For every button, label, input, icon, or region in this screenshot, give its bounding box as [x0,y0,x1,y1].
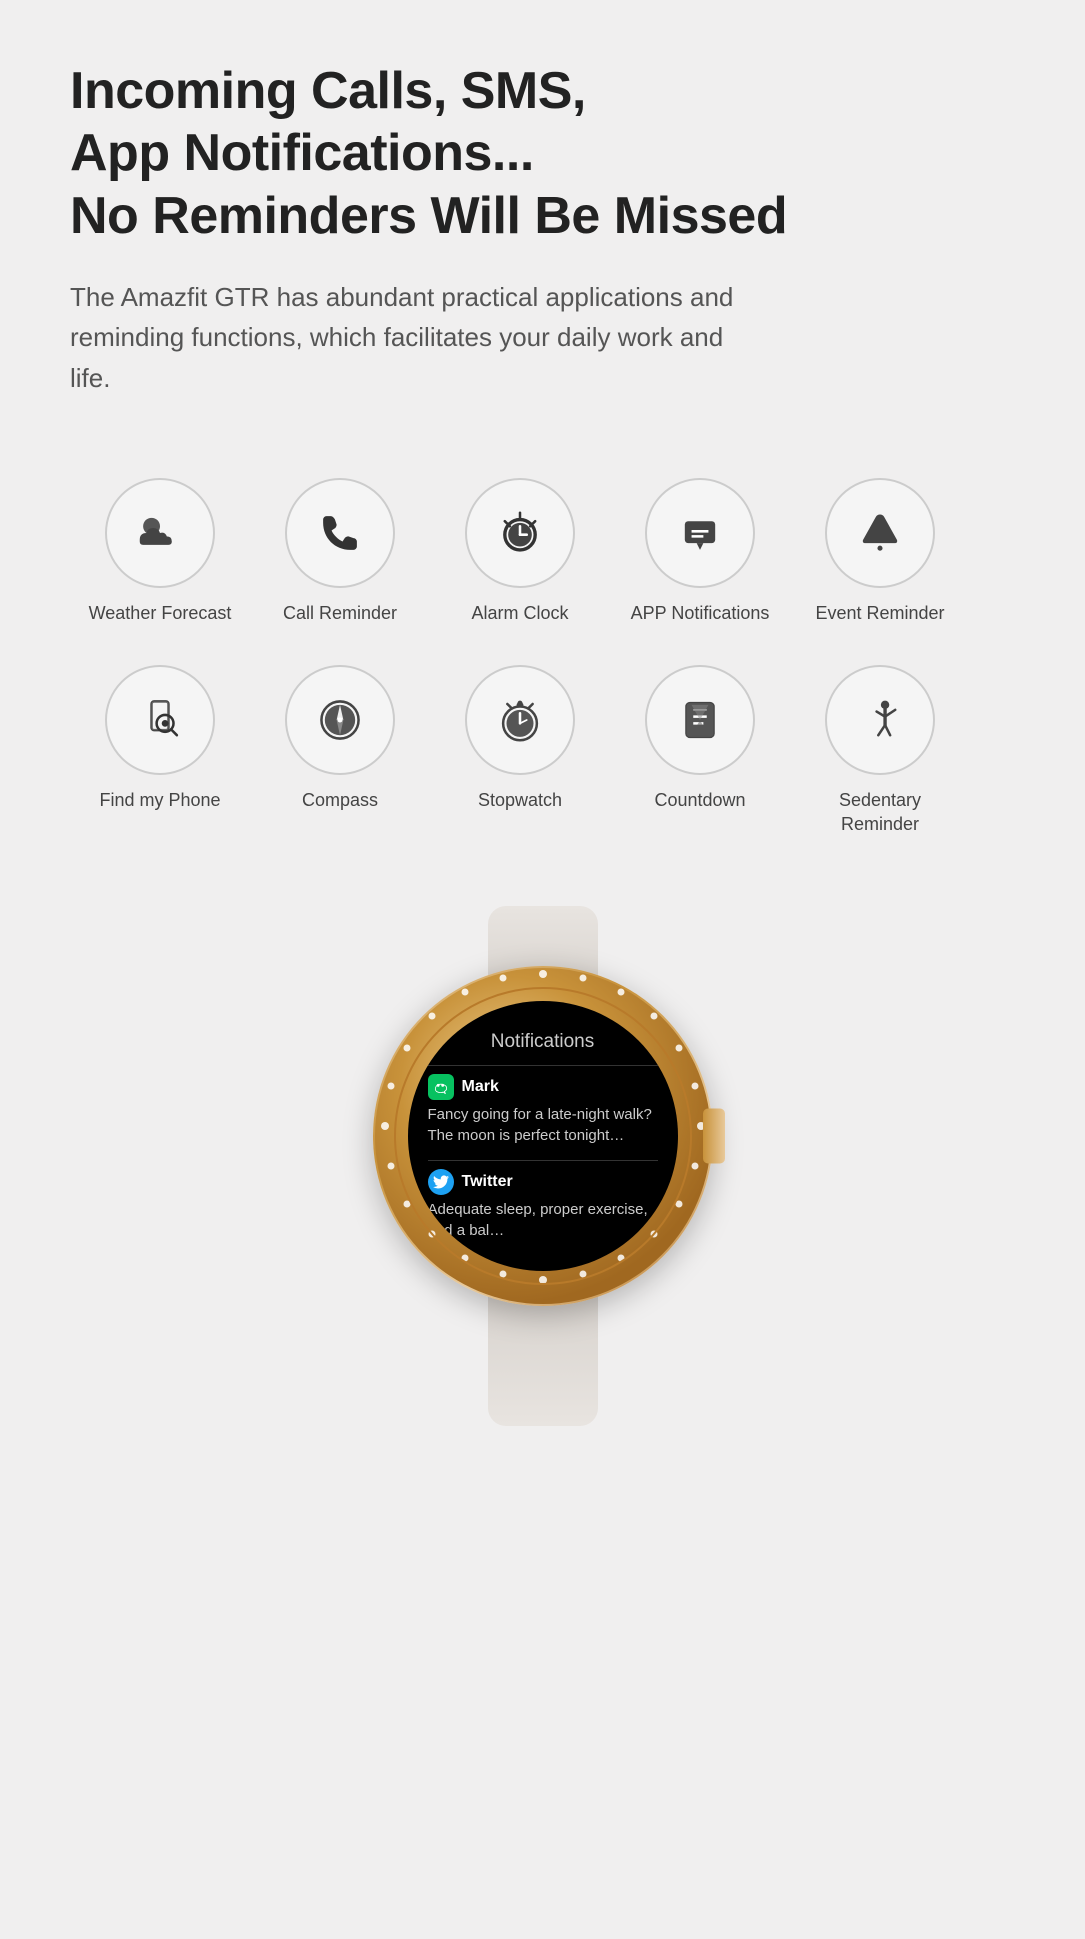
band-bottom [488,1296,598,1426]
icon-circle-sedentary [825,665,935,775]
twitter-message: Adequate sleep, proper exercise, and a b… [428,1199,658,1241]
icons-row-1: Weather Forecast Call Reminder [70,458,1015,635]
sedentary-icon [853,693,907,747]
page: Incoming Calls, SMS, App Notifications..… [0,0,1085,1486]
divider-2 [428,1160,658,1161]
icon-circle-countdown [645,665,755,775]
icon-circle-weather [105,478,215,588]
icon-item-weather-forecast: Weather Forecast [70,458,250,635]
countdown-label: Countdown [654,789,745,812]
divider-1 [428,1065,658,1066]
headline: Incoming Calls, SMS, App Notifications..… [70,60,1015,247]
icon-item-countdown: Countdown [610,645,790,846]
wechat-sender: Mark [462,1078,499,1096]
watch-screen: Notifications [408,1001,678,1271]
alarm-icon [493,506,547,560]
watch-crown [703,1109,725,1164]
sedentary-reminder-label: Sedentary Reminder [800,789,960,836]
stopwatch-label: Stopwatch [478,789,562,812]
call-reminder-label: Call Reminder [283,602,397,625]
watch-case: Notifications [373,966,713,1306]
find-phone-icon [133,693,187,747]
icon-item-compass: Compass [250,645,430,846]
app-notifications-label: APP Notifications [631,602,770,625]
find-my-phone-label: Find my Phone [99,789,220,812]
call-icon [313,506,367,560]
icon-item-event-reminder: Event Reminder [790,458,970,635]
twitter-icon [428,1169,454,1195]
headline-line2: App Notifications... [70,124,534,182]
twitter-header: Twitter [428,1169,658,1195]
icon-circle-stopwatch [465,665,575,775]
weather-icon [133,506,187,560]
compass-icon [313,693,367,747]
headline-line1: Incoming Calls, SMS, [70,62,586,120]
icon-circle-find-phone [105,665,215,775]
wechat-icon [428,1074,454,1100]
icon-item-sedentary-reminder: Sedentary Reminder [790,645,970,846]
headline-line3: No Reminders Will Be Missed [70,187,787,245]
icon-circle-alarm [465,478,575,588]
stopwatch-icon [493,693,547,747]
icon-circle-event [825,478,935,588]
twitter-sender: Twitter [462,1173,513,1191]
icon-item-stopwatch: Stopwatch [430,645,610,846]
weather-forecast-label: Weather Forecast [89,602,232,625]
watch-outer: Notifications [333,906,753,1426]
watch-section: Notifications [70,906,1015,1426]
wechat-header: Mark [428,1074,658,1100]
event-icon [853,506,907,560]
subtext: The Amazfit GTR has abundant practical a… [70,277,770,398]
icon-item-call-reminder: Call Reminder [250,458,430,635]
countdown-icon [673,693,727,747]
icon-item-app-notifications: APP Notifications [610,458,790,635]
screen-content: Notifications [408,1001,678,1271]
icon-circle-call [285,478,395,588]
icon-circle-notifications [645,478,755,588]
notification-twitter: Twitter Adequate sleep, proper exercise,… [428,1169,658,1241]
icons-section: Weather Forecast Call Reminder [70,458,1015,846]
notifications-title: Notifications [428,1031,658,1053]
notification-wechat: Mark Fancy going for a late-night walk? … [428,1074,658,1146]
notifications-icon [673,506,727,560]
wechat-message: Fancy going for a late-night walk? The m… [428,1104,658,1146]
icons-row-2: Find my Phone Compass [70,645,1015,846]
icon-circle-compass [285,665,395,775]
event-reminder-label: Event Reminder [815,602,944,625]
icon-item-alarm-clock: Alarm Clock [430,458,610,635]
compass-label: Compass [302,789,378,812]
icon-item-find-my-phone: Find my Phone [70,645,250,846]
alarm-clock-label: Alarm Clock [471,602,568,625]
